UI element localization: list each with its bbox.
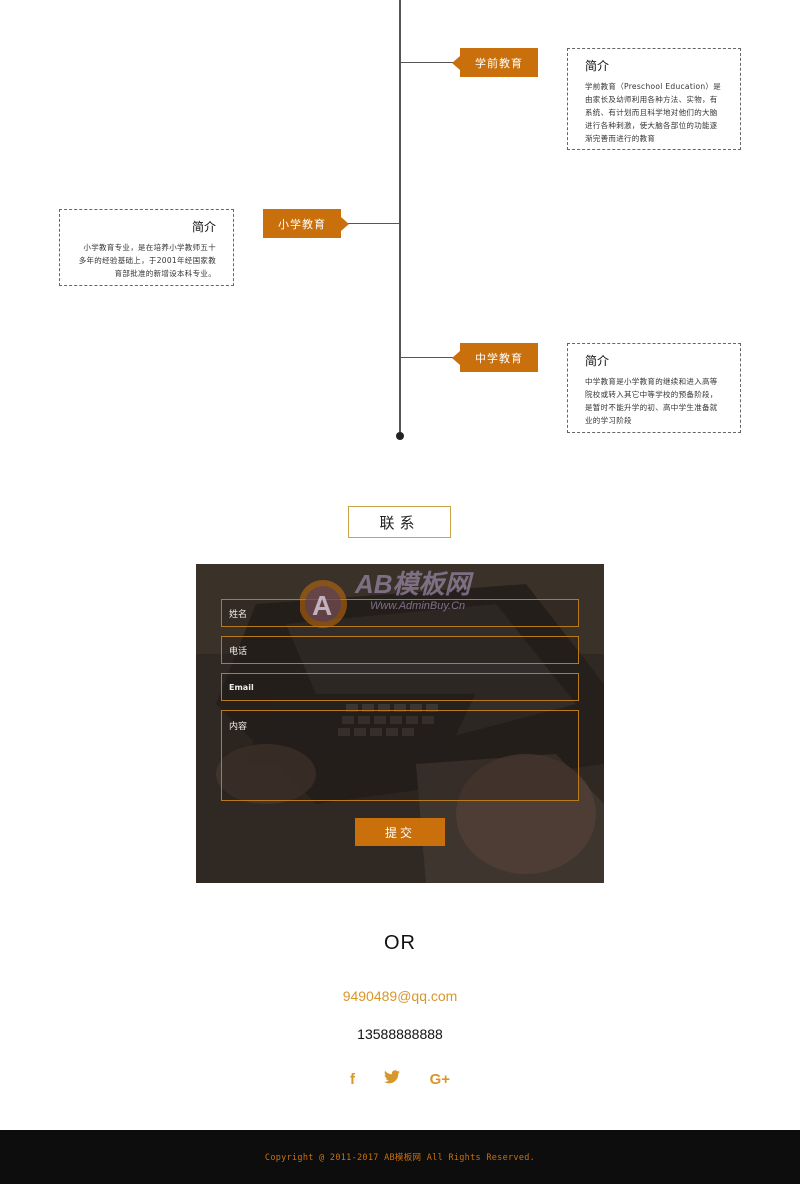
timeline-intro-card: 简介 学前教育（Preschool Education）是由家长及幼师利用各种方… bbox=[567, 48, 741, 150]
intro-text: 中学教育是小学教育的继续和进入高等院校或转入其它中等学校的预备阶段，是暂时不能升… bbox=[585, 377, 718, 425]
tag-notch bbox=[452, 351, 460, 365]
content-placeholder: 内容 bbox=[229, 722, 248, 732]
timeline-tag-primary[interactable]: 小学教育 bbox=[263, 209, 349, 238]
footer-copyright: Copyright @ 2011-2017 AB模板网 All Rights R… bbox=[264, 1153, 536, 1163]
content-textarea[interactable]: 内容 bbox=[221, 710, 579, 801]
timeline-tag-label: 小学教育 bbox=[278, 217, 326, 231]
social-links: f G+ bbox=[350, 1068, 450, 1090]
email-text[interactable]: 9490489@qq.com bbox=[343, 988, 458, 1004]
tag-notch bbox=[341, 217, 349, 231]
twitter-bird-glyph bbox=[384, 1070, 401, 1084]
intro-title: 简介 bbox=[191, 220, 216, 234]
watermark-logo: A AB模板网 Www.AdminBuy.Cn bbox=[300, 569, 475, 628]
timeline-connector bbox=[340, 223, 400, 224]
tag-notch bbox=[452, 56, 460, 70]
or-divider: OR bbox=[384, 932, 416, 954]
intro-text: 小学教育专业，是在培养小学教师五十多年的经验基础上，于2001年经国家教育部批准… bbox=[78, 243, 216, 278]
contact-phone: 13588888888 bbox=[357, 1026, 443, 1042]
phone-placeholder: 电话 bbox=[229, 646, 248, 657]
svg-text:A: A bbox=[312, 590, 332, 621]
submit-button[interactable]: 提交 bbox=[355, 818, 445, 846]
footer: Copyright @ 2011-2017 AB模板网 All Rights R… bbox=[0, 1130, 800, 1184]
intro-title: 简介 bbox=[585, 354, 610, 368]
timeline-intro-card: 简介 小学教育专业，是在培养小学教师五十多年的经验基础上，于2001年经国家教育… bbox=[59, 209, 234, 286]
intro-text: 学前教育（Preschool Education）是由家长及幼师利用各种方法、实… bbox=[585, 82, 721, 143]
timeline-end-dot bbox=[396, 432, 404, 440]
watermark-url: Www.AdminBuy.Cn bbox=[370, 600, 465, 612]
email-placeholder: Email bbox=[229, 682, 254, 692]
timeline-tag-label: 中学教育 bbox=[475, 351, 523, 365]
email-input[interactable]: Email bbox=[221, 673, 579, 701]
watermark-brand: AB模板网 bbox=[354, 569, 475, 599]
facebook-icon[interactable]: f bbox=[350, 1071, 355, 1088]
name-placeholder: 姓名 bbox=[229, 609, 248, 620]
timeline-tag-secondary[interactable]: 中学教育 bbox=[452, 343, 538, 372]
contact-section-title: 联系 bbox=[348, 506, 451, 538]
timeline-intro-card: 简介 中学教育是小学教育的继续和进入高等院校或转入其它中等学校的预备阶段，是暂时… bbox=[567, 343, 741, 433]
timeline-tag-preschool[interactable]: 学前教育 bbox=[452, 48, 538, 77]
google-plus-icon[interactable]: G+ bbox=[430, 1071, 450, 1088]
timeline-tag-label: 学前教育 bbox=[475, 56, 523, 70]
timeline-line bbox=[399, 0, 401, 435]
intro-title: 简介 bbox=[585, 59, 610, 73]
phone-input[interactable]: 电话 bbox=[221, 636, 579, 664]
twitter-icon[interactable] bbox=[384, 1070, 401, 1088]
contact-email-link[interactable]: 9490489@qq.com bbox=[0, 988, 800, 1004]
